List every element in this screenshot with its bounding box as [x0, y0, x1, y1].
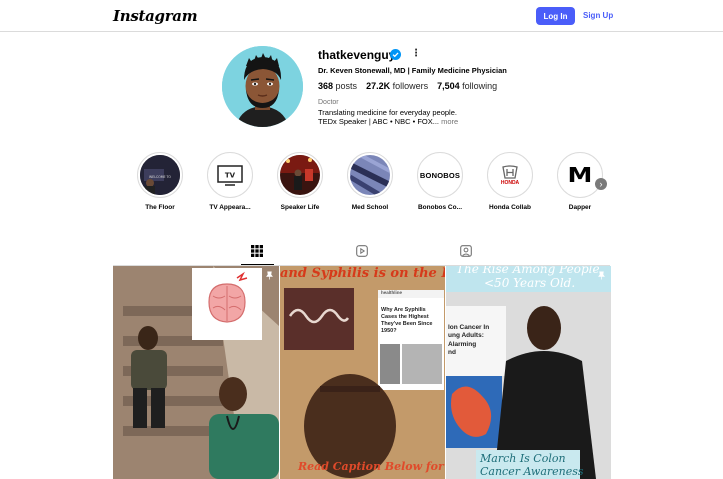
instagram-logo[interactable]: Instagram	[113, 7, 198, 25]
the-floor-icon: WELCOME TO	[140, 155, 180, 195]
highlight-ring: TV	[207, 152, 253, 198]
dapper-logo-text: M	[567, 163, 593, 187]
following-label: following	[462, 81, 498, 91]
highlight-tv-appearances[interactable]: TV TV Appeara...	[205, 152, 255, 211]
post-2-image	[280, 266, 445, 479]
posts-stat: 368 posts	[318, 81, 357, 91]
reels-icon[interactable]	[356, 245, 368, 257]
posts-count: 368	[318, 81, 334, 91]
post-3-top-caption-line-1: The Rise Among People	[456, 266, 600, 276]
followers-stat[interactable]: 27.2K followers	[366, 81, 428, 91]
post-2-top-caption: and Syphilis is on the Ri	[280, 266, 445, 281]
profile-full-name: Dr. Keven Stonewall, MD | Family Medicin…	[318, 66, 507, 75]
post-3-article-fragment: lon Cancer In ung Adults: Alarming nd	[448, 324, 490, 357]
profile-stats: 368 posts 27.2K followers 7,504 followin…	[318, 81, 497, 91]
following-stat[interactable]: 7,504 following	[437, 81, 497, 91]
honda-logo-icon: HONDA	[490, 155, 530, 195]
active-tab-indicator	[241, 264, 274, 265]
tagged-icon[interactable]	[460, 245, 472, 257]
post-2-article-title: Why Are Syphilis Cases the Highest They'…	[381, 307, 433, 334]
tv-icon: TV	[210, 155, 250, 195]
highlight-ring: HONDA	[487, 152, 533, 198]
svg-text:TV: TV	[225, 172, 236, 180]
highlight-label: Bonobos Co...	[417, 204, 463, 211]
post-1-image	[113, 266, 279, 479]
bio-more-link[interactable]: more	[441, 117, 458, 126]
highlight-med-school[interactable]: Med School	[345, 152, 395, 211]
verified-badge-icon	[390, 49, 401, 60]
highlight-ring	[347, 152, 393, 198]
post-2-article-source: healthline	[381, 290, 403, 295]
profile-category: Doctor	[318, 99, 339, 106]
highlight-honda-collab[interactable]: HONDA Honda Collab	[485, 152, 535, 211]
highlight-label: Med School	[351, 204, 389, 211]
post-2-bottom-caption: Read Caption Below for	[298, 460, 444, 473]
bonobos-logo-text: BONOBOS	[420, 170, 460, 180]
pinned-icon	[598, 271, 605, 280]
bonobos-logo-icon: BONOBOS	[420, 155, 460, 195]
post-tile[interactable]: The Rise Among People <50 Years Old. lon…	[446, 266, 611, 479]
followers-label: followers	[392, 81, 429, 91]
profile-bio-line-2: TEDx Speaker | ABC • NBC • FOX... more	[318, 117, 458, 126]
chevron-right-icon[interactable]: ›	[595, 178, 607, 190]
honda-logo-text: HONDA	[500, 179, 520, 186]
more-options-icon[interactable]: ⋮	[411, 48, 421, 59]
scrubs-icon	[350, 155, 390, 195]
avatar-portrait-icon	[222, 46, 303, 127]
highlight-ring	[277, 152, 323, 198]
highlight-label: Speaker Life	[280, 204, 320, 211]
bio-line-2-text: TEDx Speaker | ABC • NBC • FOX...	[318, 117, 439, 126]
signup-link[interactable]: Sign Up	[583, 11, 613, 20]
posts-label: posts	[335, 81, 358, 91]
highlight-speaker-life[interactable]: Speaker Life	[275, 152, 325, 211]
pinned-icon	[266, 271, 273, 280]
stage-icon	[280, 155, 320, 195]
followers-count: 27.2K	[366, 81, 391, 91]
highlight-label: Honda Collab	[489, 204, 531, 211]
top-nav-bar: Instagram Log In Sign Up	[0, 0, 723, 32]
login-button[interactable]: Log In	[536, 7, 575, 25]
post-3-image	[446, 266, 611, 479]
post-3-bottom-caption-line-2: Cancer Awareness	[480, 465, 584, 478]
grid-icon[interactable]	[251, 245, 263, 257]
post-tile[interactable]: and Syphilis is on the Ri healthline Why…	[280, 266, 445, 479]
svg-text:WELCOME TO: WELCOME TO	[149, 175, 171, 179]
post-3-bottom-caption-line-1: March Is Colon	[480, 452, 566, 465]
highlight-the-floor[interactable]: WELCOME TO The Floor	[135, 152, 185, 211]
post-tile[interactable]	[113, 266, 279, 479]
highlight-ring: WELCOME TO	[137, 152, 183, 198]
highlight-label: Dapper	[568, 204, 592, 211]
highlight-ring: M	[557, 152, 603, 198]
highlight-ring: BONOBOS	[417, 152, 463, 198]
profile-username: thatkevenguy	[318, 48, 396, 62]
following-count: 7,504	[437, 81, 460, 91]
highlight-label: The Floor	[145, 204, 175, 211]
post-3-top-caption-line-2: <50 Years Old.	[484, 276, 576, 290]
dapper-logo-icon: M	[560, 155, 600, 195]
highlight-bonobos[interactable]: BONOBOS Bonobos Co...	[415, 152, 465, 211]
highlight-label: TV Appeara...	[209, 204, 251, 211]
profile-bio-line-1: Translating medicine for everyday people…	[318, 108, 457, 117]
profile-avatar[interactable]	[222, 46, 303, 127]
